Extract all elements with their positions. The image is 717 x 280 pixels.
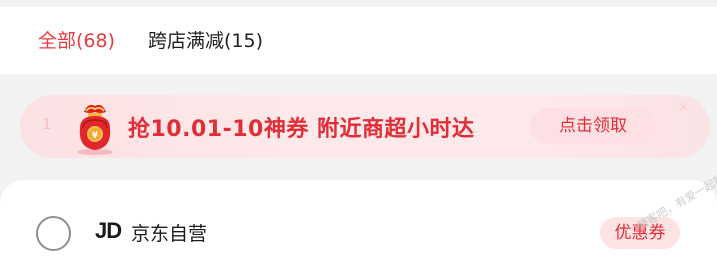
svg-text:¥: ¥ <box>92 131 99 141</box>
select-store-radio[interactable] <box>36 216 71 251</box>
store-card: JD 京东自营 优惠券 <box>0 180 717 280</box>
top-strip <box>0 0 717 7</box>
tab-all[interactable]: 全部(68) <box>38 27 115 55</box>
close-icon[interactable]: × <box>678 100 689 115</box>
claim-button[interactable]: 点击领取 <box>530 108 656 144</box>
promo-banner[interactable]: 1 ¥ 抢10.01-10神券 附近商超小时达 点击领取 × <box>20 95 710 158</box>
banner-index: 1 <box>42 115 52 133</box>
tab-cross-store-discount[interactable]: 跨店满减(15) <box>148 27 263 55</box>
banner-promo-text: 抢10.01-10神券 附近商超小时达 <box>128 117 475 142</box>
filter-tabs: 全部(68) 跨店满减(15) <box>0 7 717 74</box>
lucky-bag-icon: ¥ <box>77 104 113 155</box>
store-name[interactable]: 京东自营 <box>131 219 207 246</box>
jd-logo-icon: JD <box>95 218 122 243</box>
